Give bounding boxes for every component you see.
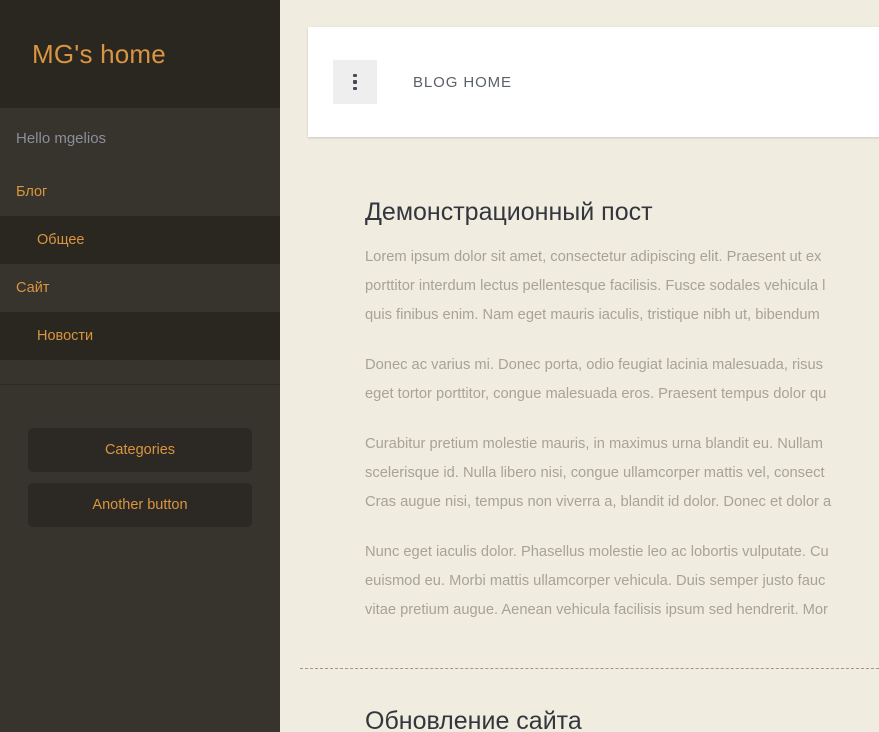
post-paragraph: Curabitur pretium molestie mauris, in ma… [365, 436, 832, 510]
sidebar-divider [0, 360, 280, 385]
main-content: BLOG HOME Демонстрационный пост Lorem ip… [280, 0, 879, 732]
nav-group-blog[interactable]: Блог [0, 168, 280, 216]
breadcrumb: BLOG HOME [413, 73, 512, 91]
post-item: Обновление сайта [365, 706, 879, 732]
three-dots-vertical-icon [353, 73, 357, 91]
site-title: MG's home [32, 39, 166, 69]
nav-group-site[interactable]: Сайт [0, 264, 280, 312]
post-item: Демонстрационный пост Lorem ipsum dolor … [365, 197, 879, 625]
post-paragraph: Nunc eget iaculis dolor. Phasellus moles… [365, 544, 829, 618]
sidebar-widgets: Categories Another button [0, 385, 280, 732]
post-title[interactable]: Демонстрационный пост [365, 197, 879, 227]
menu-button[interactable] [333, 60, 377, 104]
post-separator [300, 668, 879, 669]
user-greeting: Hello mgelios [0, 108, 280, 168]
categories-button[interactable]: Categories [28, 428, 252, 472]
post-list: Демонстрационный пост Lorem ipsum dolor … [280, 137, 879, 732]
sidebar: MG's home Hello mgelios Блог Общее Сайт … [0, 0, 280, 732]
post-body: Lorem ipsum dolor sit amet, consectetur … [365, 243, 879, 625]
sidebar-nav: Блог Общее Сайт Новости [0, 168, 280, 360]
sidebar-brand[interactable]: MG's home [0, 0, 280, 108]
post-title[interactable]: Обновление сайта [365, 706, 879, 732]
nav-item-obshee[interactable]: Общее [0, 216, 280, 264]
post-paragraph: Lorem ipsum dolor sit amet, consectetur … [365, 249, 826, 323]
post-paragraph: Donec ac varius mi. Donec porta, odio fe… [365, 357, 827, 402]
dashed-divider [300, 668, 879, 669]
nav-item-novosti[interactable]: Новости [0, 312, 280, 360]
another-button[interactable]: Another button [28, 483, 252, 527]
topbar: BLOG HOME [308, 27, 879, 137]
